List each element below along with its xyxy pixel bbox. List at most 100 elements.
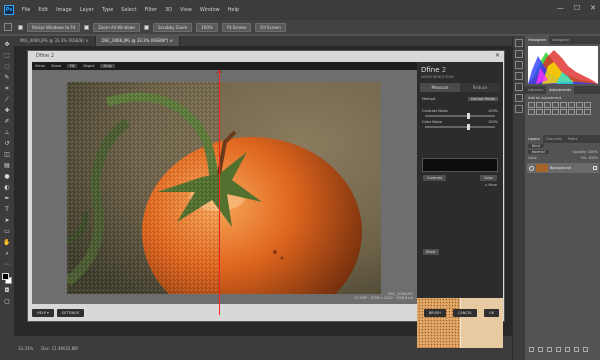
color-balance-icon[interactable]: [576, 102, 583, 108]
layer-row-background[interactable]: Background: [527, 163, 599, 173]
contrast-noise-slider[interactable]: [425, 113, 495, 119]
menu-layer[interactable]: Layer: [76, 7, 98, 13]
new-layer-icon[interactable]: [574, 347, 579, 352]
black-white-icon[interactable]: [584, 102, 591, 108]
gradient-tool-icon[interactable]: ▤: [3, 161, 12, 170]
foreground-color-swatch[interactable]: [2, 273, 9, 280]
zoom-level[interactable]: 33.33%: [18, 346, 33, 351]
menu-3d[interactable]: 3D: [161, 7, 176, 13]
type-tool-icon[interactable]: T: [3, 205, 12, 214]
healing-tool-icon[interactable]: ✚: [3, 106, 12, 115]
scrubby-zoom-checkbox[interactable]: [144, 24, 150, 30]
zoom-tool-icon[interactable]: ⌕: [3, 249, 12, 258]
quick-mask-icon[interactable]: ◘: [3, 286, 12, 295]
menu-select[interactable]: Select: [117, 7, 140, 13]
zoom-select[interactable]: Fit: [67, 64, 78, 68]
tab-channels[interactable]: Channels: [543, 137, 565, 141]
blend-mode-select[interactable]: Normal: [528, 150, 549, 154]
close-icon[interactable]: ✕: [590, 4, 596, 12]
dodge-tool-icon[interactable]: ◐: [3, 183, 12, 192]
resize-windows-checkbox[interactable]: [18, 24, 23, 30]
color-lookup-icon[interactable]: [544, 109, 551, 115]
ok-button[interactable]: OK: [483, 309, 499, 317]
menu-window[interactable]: Window: [196, 7, 224, 13]
views-label[interactable]: Views: [35, 64, 45, 68]
gradient-map-icon[interactable]: [576, 109, 583, 115]
invert-icon[interactable]: [552, 109, 559, 115]
visibility-eye-icon[interactable]: [529, 165, 534, 171]
adjustment-layer-icon[interactable]: [556, 347, 561, 352]
menu-edit[interactable]: Edit: [34, 7, 52, 13]
color-noise-slider[interactable]: [425, 124, 495, 130]
properties-panel-icon[interactable]: [515, 50, 523, 58]
exposure-icon[interactable]: [552, 102, 559, 108]
doc-tab-img-4060[interactable]: IMG_4060.JPG @ 33.3% (RGB/8) ×: [14, 36, 96, 46]
fill-field[interactable]: Fill: 100%: [581, 156, 598, 160]
tab-adjustments[interactable]: Adjustments: [546, 86, 575, 94]
cancel-button[interactable]: CANCEL: [452, 309, 477, 317]
move-tool-icon[interactable]: ✥: [3, 40, 12, 49]
brushes-panel-icon[interactable]: [515, 83, 523, 91]
history-brush-tool-icon[interactable]: ↺: [3, 139, 12, 148]
contrast-slider-knob[interactable]: [467, 113, 470, 119]
paragraph-panel-icon[interactable]: [515, 105, 523, 113]
crop-tool-icon[interactable]: ⌗: [3, 84, 12, 93]
blur-tool-icon[interactable]: ●: [3, 172, 12, 181]
help-button[interactable]: HELP ▾: [32, 309, 54, 317]
menu-help[interactable]: Help: [224, 7, 243, 13]
fit-screen-button[interactable]: Fit Screen: [221, 22, 252, 32]
doc-tab-dsc-0066[interactable]: DSC_0066.JPG @ 33.3% (RGB/8*) ×: [95, 36, 180, 46]
menu-image[interactable]: Image: [52, 7, 76, 13]
zoom-100-button[interactable]: 100%: [196, 22, 218, 32]
threshold-icon[interactable]: [568, 109, 575, 115]
brush-button[interactable]: BRUSH: [423, 309, 446, 317]
tab-libraries[interactable]: Libraries: [525, 88, 546, 92]
menu-file[interactable]: File: [18, 7, 34, 13]
settings-button[interactable]: SETTINGS: [56, 309, 85, 317]
tab-histogram[interactable]: Histogram: [525, 36, 550, 44]
quick-select-tool-icon[interactable]: ✎: [3, 73, 12, 82]
curves-icon[interactable]: [544, 102, 551, 108]
layer-mask-icon[interactable]: [547, 347, 552, 352]
tab-reduce[interactable]: Reduce: [460, 83, 500, 92]
background-select[interactable]: Gray: [100, 64, 115, 68]
vibrance-icon[interactable]: [560, 102, 567, 108]
tab-navigator[interactable]: Navigator: [549, 38, 572, 42]
more-toggle[interactable]: ▸ More: [417, 183, 503, 187]
menu-filter[interactable]: Filter: [141, 7, 161, 13]
layer-kind-filter[interactable]: Kind: [528, 144, 544, 148]
selective-color-icon[interactable]: [584, 109, 591, 115]
brightness-contrast-icon[interactable]: [528, 102, 535, 108]
color-button[interactable]: Color: [479, 175, 497, 181]
layer-style-icon[interactable]: [538, 347, 543, 352]
link-layers-icon[interactable]: [529, 347, 534, 352]
history-panel-icon[interactable]: [515, 39, 523, 47]
tab-measure[interactable]: Measure: [420, 83, 460, 92]
swatches-panel-icon[interactable]: [515, 72, 523, 80]
reset-button[interactable]: Reset: [423, 249, 439, 255]
contrast-button[interactable]: Contrast: [423, 175, 446, 181]
posterize-icon[interactable]: [560, 109, 567, 115]
tab-layers[interactable]: Layers: [525, 135, 543, 143]
maximize-icon[interactable]: ☐: [574, 4, 580, 12]
zoom-all-option[interactable]: Zoom All Windows: [93, 22, 141, 32]
split-preview-line[interactable]: [219, 70, 220, 315]
zoom-tool-icon[interactable]: [4, 23, 12, 31]
color-swatches[interactable]: [2, 273, 12, 284]
method-select[interactable]: Control Points: [467, 97, 498, 101]
color-slider-knob[interactable]: [467, 124, 470, 130]
fill-screen-button[interactable]: Fill Screen: [255, 22, 286, 32]
info-panel-icon[interactable]: [515, 61, 523, 69]
lasso-tool-icon[interactable]: ◌: [3, 62, 12, 71]
eraser-tool-icon[interactable]: ◫: [3, 150, 12, 159]
zoom-all-checkbox[interactable]: [84, 24, 90, 30]
split-handle-icon[interactable]: ⌒: [216, 70, 222, 79]
stamp-tool-icon[interactable]: ⊥: [3, 128, 12, 137]
menu-type[interactable]: Type: [98, 7, 117, 13]
marquee-tool-icon[interactable]: ⬚: [3, 51, 12, 60]
channel-mixer-icon[interactable]: [536, 109, 543, 115]
hand-tool-icon[interactable]: ✋: [3, 238, 12, 247]
hue-saturation-icon[interactable]: [568, 102, 575, 108]
new-group-icon[interactable]: [565, 347, 570, 352]
resize-windows-option[interactable]: Resize Windows to Fit: [27, 22, 81, 32]
